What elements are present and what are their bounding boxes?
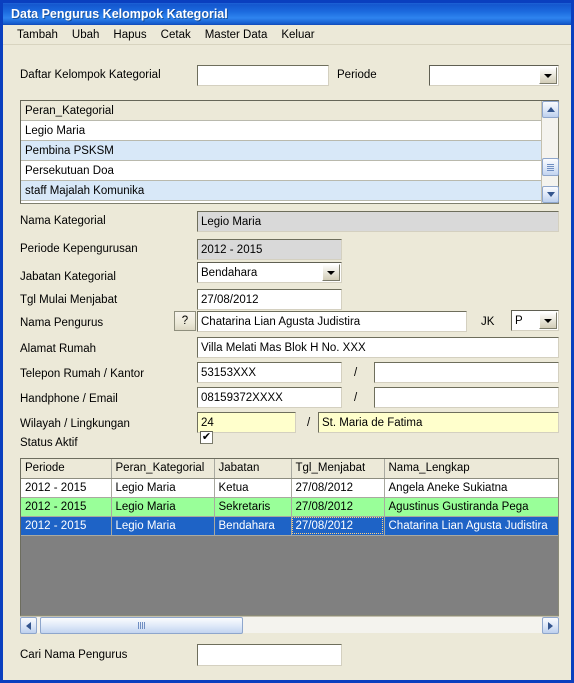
status-aktif-checkbox[interactable]: ✔ xyxy=(200,431,213,444)
grid-column-header[interactable]: Jabatan xyxy=(214,459,292,479)
menu-item-master-data[interactable]: Master Data xyxy=(198,28,275,42)
window-title: Data Pengurus Kelompok Kategorial xyxy=(11,7,228,21)
handphone-field[interactable]: 08159372XXXX xyxy=(197,387,342,408)
alamat-rumah-field[interactable]: Villa Melati Mas Blok H No. XXX xyxy=(197,337,559,358)
menu-item-ubah[interactable]: Ubah xyxy=(65,28,107,42)
scroll-down-button[interactable] xyxy=(542,186,559,203)
jk-label: JK xyxy=(481,316,495,328)
cari-nama-pengurus-input[interactable] xyxy=(197,644,342,666)
grid-cell[interactable]: Agustinus Gustiranda Pega xyxy=(384,497,558,517)
grid-cell[interactable]: 27/08/2012 xyxy=(291,478,385,498)
nama-pengurus-label: Nama Pengurus xyxy=(20,317,104,329)
title-bar: Data Pengurus Kelompok Kategorial xyxy=(3,3,571,25)
grid-cell[interactable]: Sekretaris xyxy=(214,497,292,517)
table-row[interactable]: 2012 - 2015 Legio Maria Ketua 27/08/2012… xyxy=(21,478,558,498)
check-icon: ✔ xyxy=(201,431,212,443)
jabatan-kategorial-combo[interactable]: Bendahara xyxy=(197,262,342,283)
alamat-rumah-label: Alamat Rumah xyxy=(20,343,97,355)
peran-kategorial-listbox[interactable]: Peran_Kategorial Legio Maria Pembina PSK… xyxy=(20,100,559,204)
grid-header-row: Periode Peran_Kategorial Jabatan Tgl_Men… xyxy=(21,459,558,479)
caret-down-icon[interactable] xyxy=(322,264,340,281)
tgl-mulai-menjabat-label: Tgl Mulai Menjabat xyxy=(20,294,118,306)
status-aktif-label: Status Aktif xyxy=(20,437,78,449)
grid-column-header[interactable]: Tgl_Menjabat xyxy=(291,459,385,479)
telepon-rumah-field[interactable]: 53153XXX xyxy=(197,362,342,383)
grid-cell[interactable]: 2012 - 2015 xyxy=(21,478,112,498)
lingkungan-field[interactable]: St. Maria de Fatima xyxy=(318,412,559,433)
grid-cell-focused[interactable]: 27/08/2012 xyxy=(291,516,385,536)
wilayah-label: Wilayah / Lingkungan xyxy=(20,418,130,430)
grid-cell[interactable]: Angela Aneke Sukiatna xyxy=(384,478,558,498)
grid-cell[interactable]: 2012 - 2015 xyxy=(21,497,112,517)
jk-combo[interactable]: P xyxy=(511,310,559,331)
scroll-up-button[interactable] xyxy=(542,101,559,118)
nama-kategorial-field: Legio Maria xyxy=(197,211,559,232)
menu-bar: Tambah Ubah Hapus Cetak Master Data Kelu… xyxy=(3,25,571,45)
nama-pengurus-lookup-button[interactable]: ? xyxy=(174,311,196,331)
grid-column-header[interactable]: Peran_Kategorial xyxy=(111,459,215,479)
email-field[interactable] xyxy=(374,387,559,408)
wilayah-separator: / xyxy=(307,417,311,429)
grid-cell[interactable]: 2012 - 2015 xyxy=(21,516,112,536)
nama-pengurus-field[interactable]: Chatarina Lian Agusta Judistira xyxy=(197,311,467,332)
jk-value: P xyxy=(515,314,523,327)
list-item[interactable]: staff Majalah Komunika xyxy=(21,181,558,201)
list-item[interactable]: Legio Maria xyxy=(21,121,558,141)
wilayah-field[interactable]: 24 xyxy=(197,412,296,433)
handphone-label: Handphone / Email xyxy=(20,393,118,405)
grid-cell[interactable]: 27/08/2012 xyxy=(291,497,385,517)
grid-horizontal-scrollbar[interactable] xyxy=(20,616,559,634)
pengurus-data-grid[interactable]: Periode Peran_Kategorial Jabatan Tgl_Men… xyxy=(20,458,559,616)
periode-filter-label: Periode xyxy=(337,69,377,81)
handphone-separator: / xyxy=(354,392,358,404)
grid-cell[interactable]: Legio Maria xyxy=(111,478,215,498)
grid-cell[interactable]: Legio Maria xyxy=(111,516,215,536)
telepon-label: Telepon Rumah / Kantor xyxy=(20,368,145,380)
caret-down-icon[interactable] xyxy=(539,67,557,84)
grid-cell[interactable]: Chatarina Lian Agusta Judistira xyxy=(384,516,558,536)
periode-filter-combo[interactable] xyxy=(429,65,559,86)
grid-column-header[interactable]: Periode xyxy=(21,459,112,479)
table-row-selected[interactable]: 2012 - 2015 Legio Maria Bendahara 27/08/… xyxy=(21,516,558,536)
listbox-vertical-scrollbar[interactable] xyxy=(541,101,559,203)
nama-kategorial-label: Nama Kategorial xyxy=(20,215,106,227)
menu-item-tambah[interactable]: Tambah xyxy=(10,28,65,42)
application-window: Data Pengurus Kelompok Kategorial Tambah… xyxy=(0,0,574,683)
scroll-right-button[interactable] xyxy=(542,617,559,634)
listbox-header: Peran_Kategorial xyxy=(21,101,558,121)
telepon-separator: / xyxy=(354,367,358,379)
grid-table: Periode Peran_Kategorial Jabatan Tgl_Men… xyxy=(21,459,558,536)
scroll-left-button[interactable] xyxy=(20,617,37,634)
daftar-kelompok-input[interactable] xyxy=(197,65,329,86)
jabatan-kategorial-label: Jabatan Kategorial xyxy=(20,271,116,283)
jabatan-kategorial-value: Bendahara xyxy=(201,266,258,279)
grid-cell[interactable]: Ketua xyxy=(214,478,292,498)
menu-item-keluar[interactable]: Keluar xyxy=(274,28,321,42)
table-row[interactable]: 2012 - 2015 Legio Maria Sekretaris 27/08… xyxy=(21,497,558,517)
periode-kepengurusan-label: Periode Kepengurusan xyxy=(20,243,138,255)
list-item[interactable]: Pembina PSKSM xyxy=(21,141,558,161)
grid-cell[interactable]: Legio Maria xyxy=(111,497,215,517)
periode-kepengurusan-field: 2012 - 2015 xyxy=(197,239,342,260)
hscrollbar-thumb[interactable] xyxy=(40,617,243,634)
tgl-mulai-menjabat-field[interactable]: 27/08/2012 xyxy=(197,289,342,310)
telepon-kantor-field[interactable] xyxy=(374,362,559,383)
grid-column-header[interactable]: Nama_Lengkap xyxy=(384,459,558,479)
cari-nama-pengurus-label: Cari Nama Pengurus xyxy=(20,649,128,661)
menu-item-cetak[interactable]: Cetak xyxy=(154,28,198,42)
daftar-kelompok-label: Daftar Kelompok Kategorial xyxy=(20,69,161,81)
caret-down-icon[interactable] xyxy=(539,312,557,329)
grid-cell[interactable]: Bendahara xyxy=(214,516,292,536)
list-item[interactable]: Persekutuan Doa xyxy=(21,161,558,181)
menu-item-hapus[interactable]: Hapus xyxy=(106,28,153,42)
list-item-partial[interactable] xyxy=(21,201,558,203)
scrollbar-thumb[interactable] xyxy=(542,158,559,176)
